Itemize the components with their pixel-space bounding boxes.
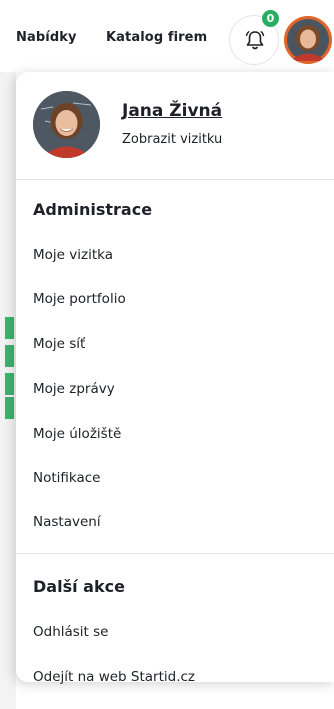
background-green-bar — [5, 373, 14, 395]
menu-item-settings[interactable]: Nastavení — [33, 514, 101, 530]
menu-item-my-card[interactable]: Moje vizitka — [33, 247, 113, 263]
menu-item-my-portfolio[interactable]: Moje portfolio — [33, 291, 126, 307]
background-green-bar — [5, 397, 14, 419]
background-green-bar — [5, 317, 14, 339]
menu-item-go-to-startid[interactable]: Odejít na web Startid.cz — [33, 669, 195, 685]
background-green-bar — [5, 345, 14, 367]
menu-item-my-network[interactable]: Moje síť — [33, 336, 85, 352]
menu-item-notifications[interactable]: Notifikace — [33, 470, 101, 486]
profile-name-link[interactable]: Jana Živná — [122, 101, 222, 121]
avatar — [33, 91, 100, 158]
section-title-more-actions: Další akce — [33, 577, 125, 596]
nav-link-offers[interactable]: Nabídky — [16, 30, 77, 45]
avatar — [284, 16, 332, 64]
profile-avatar[interactable] — [33, 91, 100, 158]
view-card-link[interactable]: Zobrazit vizitku — [122, 132, 222, 147]
nav-link-company-catalog[interactable]: Katalog firem — [106, 30, 207, 45]
menu-item-my-storage[interactable]: Moje úložiště — [33, 426, 121, 442]
section-title-administration: Administrace — [33, 200, 153, 219]
menu-item-my-messages[interactable]: Moje zprávy — [33, 381, 115, 397]
user-dropdown-menu: Jana Živná Zobrazit vizitku Administrace… — [16, 72, 334, 685]
user-avatar-button[interactable] — [284, 16, 332, 64]
top-nav: Nabídky Katalog firem 0 — [0, 0, 334, 72]
divider — [16, 553, 334, 554]
divider — [16, 179, 334, 180]
notification-count-badge: 0 — [262, 10, 279, 27]
bell-icon — [245, 31, 265, 50]
menu-item-logout[interactable]: Odhlásit se — [33, 624, 108, 640]
